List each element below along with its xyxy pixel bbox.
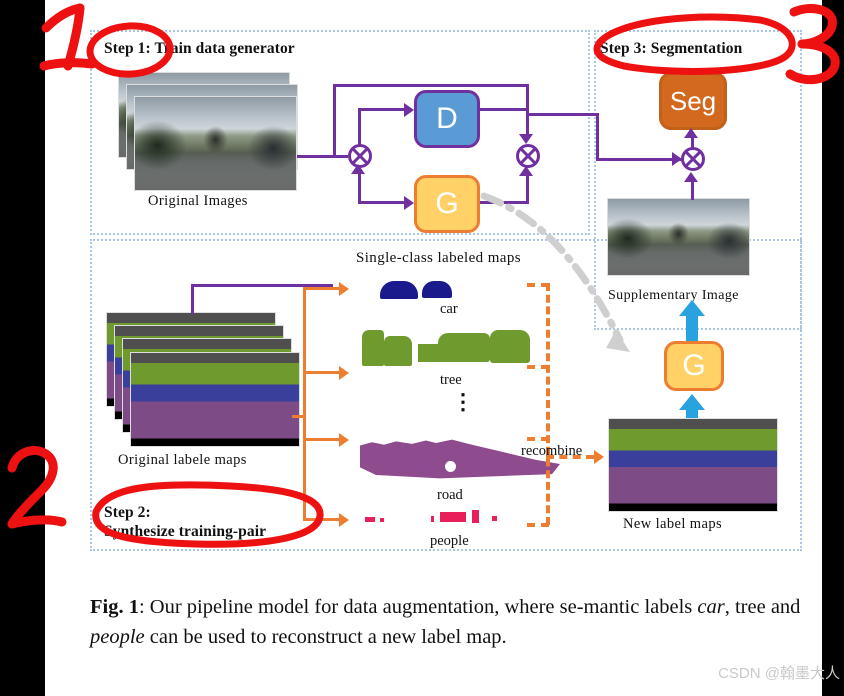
wire-mult-right-to-seg-riser [526, 155, 529, 158]
wire-loop-left-down [333, 84, 336, 157]
class-blob-tree [384, 336, 412, 366]
labelmap-person-region [729, 462, 735, 473]
wire-to-discriminator [358, 108, 404, 111]
original-label-map-front [130, 352, 300, 447]
arrow-right-into-seg-mult [672, 152, 682, 166]
arrow-up-into-mult-right [519, 166, 533, 176]
csdn-watermark: CSDN @翰墨大人 [718, 665, 840, 682]
arrow-into-generator [404, 196, 414, 210]
class-label-tree: tree [440, 372, 462, 388]
figure-caption: Fig. 1: Our pipeline model for data augm… [90, 592, 810, 652]
figure-caption-label: Fig. 1 [90, 596, 139, 618]
blue-arrow-head [679, 394, 705, 410]
labelmap-sky-region [178, 358, 236, 374]
step-2-title: Step 2: Synthesize training-pair [104, 503, 266, 541]
figure-caption-text-1: : Our pipeline model for data augmentati… [138, 596, 698, 618]
orange-branch-car [303, 287, 339, 290]
ellipsis-more-classes: ⋮ [452, 389, 474, 414]
labelmap-ego-dot [687, 499, 700, 509]
labelmap-person-region [228, 395, 234, 407]
figure-caption-em-car: car [697, 596, 725, 618]
figure-root: Step 1: Train data generator Step 3: Seg… [0, 0, 844, 696]
recombine-dash-road [527, 437, 549, 441]
arrow-supp-up [684, 172, 698, 182]
labelmap-person-region [251, 396, 257, 407]
wire-image-to-mult-left [297, 155, 348, 158]
segmentation-label: Seg [669, 86, 717, 116]
orange-branch-tree [303, 371, 339, 374]
labelmap-sidewalk-region [736, 479, 777, 504]
new-label-maps-caption: New label maps [623, 516, 723, 532]
arrow-recombine-out [594, 450, 604, 464]
multiply-node-seg [681, 147, 705, 171]
step-1-title: Step 1: Train data generator [104, 40, 295, 57]
orange-bus-vertical [303, 287, 306, 518]
orange-bus-feed [292, 415, 306, 418]
step-3-title: Step 3: Segmentation [600, 40, 743, 57]
class-blob-people [492, 516, 497, 521]
class-blob-people [380, 518, 384, 522]
labelmap-pole-region [642, 439, 646, 462]
class-blob-tree [418, 344, 444, 362]
recombine-label: recombine [521, 443, 583, 459]
model-box-generator[interactable]: G [414, 175, 480, 233]
wire-mult-left-up [358, 108, 361, 146]
labelmap-person-region [706, 461, 712, 473]
labelmap-pole-region [164, 373, 168, 396]
labelmap-ego-dot [209, 433, 222, 444]
figure-caption-em-people: people [90, 626, 145, 648]
class-label-road: road [437, 487, 463, 503]
arrow-up-into-seg [684, 128, 698, 138]
arrow-up-into-mult-left [351, 164, 365, 174]
figure-caption-text-2: , tree and [724, 596, 801, 618]
arrow-orange-tree [339, 366, 349, 380]
arrow-orange-people [339, 513, 349, 527]
generator-label: G [435, 187, 459, 220]
model-box-segmentation[interactable]: Seg [659, 72, 727, 130]
class-blob-car [422, 281, 452, 298]
arrow-orange-car [339, 282, 349, 296]
labelmap-sidewalk-region [258, 414, 299, 439]
arrow-into-discriminator [404, 103, 414, 117]
orange-branch-people [303, 518, 339, 521]
step-2-title-line-1: Step 2: [104, 504, 151, 521]
arrow-orange-road [339, 433, 349, 447]
class-label-car: car [440, 301, 458, 317]
class-blob-car [380, 281, 418, 299]
wire-purple-left-riser [596, 113, 599, 159]
original-images-caption: Original Images [148, 193, 248, 209]
wire-purple-into-seg-mult [596, 158, 684, 161]
step-2-title-line-2: Synthesize training-pair [104, 523, 267, 540]
class-blob-people [431, 516, 434, 522]
class-blob-people [472, 510, 479, 523]
wire-loop-right-up [526, 84, 529, 110]
weight-transfer-curve-icon [480, 192, 630, 352]
wire-to-generator [358, 201, 404, 204]
wire-d-out [480, 108, 529, 111]
road-ego-dot [445, 461, 456, 472]
wire-loop-top [333, 84, 529, 87]
blue-arrow-newmaps-to-g [679, 394, 705, 418]
model-box-discriminator[interactable]: D [414, 90, 480, 148]
class-blob-tree [362, 330, 384, 366]
recombine-dash-people [527, 523, 549, 527]
discriminator-label: D [436, 102, 458, 135]
labelmap-sky-region [656, 424, 714, 440]
class-label-people: people [430, 533, 469, 549]
figure-caption-text-3: can be used to reconstruct a new label m… [144, 626, 507, 648]
new-label-maps-image [608, 418, 778, 512]
original-label-maps-caption: Original labele maps [118, 452, 247, 468]
wire-purple-from-step1-top [526, 113, 599, 116]
arrow-down-into-mult-right [519, 134, 533, 144]
original-image-stack-front [134, 96, 297, 191]
class-blob-people [440, 512, 466, 522]
class-blob-people [365, 517, 375, 522]
orange-branch-road [303, 438, 339, 441]
wire-labelmaps-up [191, 284, 194, 314]
